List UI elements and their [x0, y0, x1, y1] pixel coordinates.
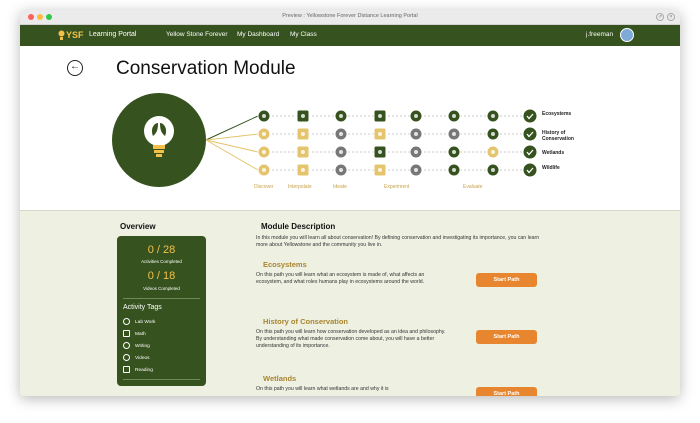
tag-label: Lab Work: [135, 319, 156, 325]
logo-subtitle: Learning Portal: [89, 31, 137, 38]
activity-node[interactable]: [296, 127, 310, 141]
activity-node[interactable]: [409, 163, 423, 177]
activity-node[interactable]: [334, 127, 348, 141]
activities-completed-count: 0 / 28: [147, 244, 176, 256]
videos-completed-count: 0 / 18: [147, 270, 176, 282]
connector-line: [205, 139, 259, 171]
path-label: Wildlife: [542, 165, 560, 171]
lightbulb-logo-icon: [58, 30, 65, 40]
overview-title: Overview: [120, 222, 156, 231]
videos-completed-label: Videos Completed: [143, 286, 180, 291]
path-title-wetlands: Wetlands: [263, 374, 297, 383]
play-icon: [123, 354, 130, 361]
activity-node[interactable]: [409, 109, 423, 123]
start-path-wetlands-button[interactable]: Start Path: [476, 387, 537, 396]
avatar[interactable]: [620, 28, 634, 42]
path-title-history: History of Conservation: [263, 317, 349, 326]
activity-node[interactable]: [373, 109, 387, 123]
activity-node[interactable]: [447, 163, 461, 177]
activity-node[interactable]: [373, 163, 387, 177]
ysf-logo[interactable]: YSF: [66, 30, 84, 40]
tag-label: Writing: [135, 343, 150, 349]
activity-node[interactable]: [257, 145, 271, 159]
activity-node[interactable]: [334, 145, 348, 159]
activity-node[interactable]: [486, 127, 500, 141]
divider: [123, 298, 200, 299]
tag-label: Reading: [135, 367, 153, 373]
tag-reading[interactable]: Reading: [123, 366, 153, 375]
activity-node[interactable]: [257, 109, 271, 123]
activity-node[interactable]: [373, 145, 387, 159]
lab-icon: [123, 318, 130, 325]
activity-node[interactable]: [257, 163, 271, 177]
username[interactable]: j.freeman: [586, 31, 613, 38]
tag-label: Videos: [135, 355, 150, 361]
path-description-wetlands: On this path you will learn what wetland…: [256, 386, 389, 392]
book-icon: [123, 366, 130, 373]
window-titlebar: Preview : Yellowstone Forever Distance L…: [20, 10, 680, 25]
tag-math[interactable]: Math: [123, 330, 146, 339]
activity-node[interactable]: [257, 127, 271, 141]
stage-label: Discover: [254, 184, 274, 190]
check-icon: [523, 145, 537, 159]
tag-lab-work[interactable]: Lab Work: [123, 318, 155, 327]
activity-node[interactable]: [334, 109, 348, 123]
activity-node[interactable]: [296, 109, 310, 123]
activity-node[interactable]: [296, 145, 310, 159]
activities-completed-label: Activities Completed: [141, 259, 182, 264]
stage-label: Evaluate: [463, 184, 483, 190]
top-nav: YSF Learning Portal Yellow Stone Forever…: [20, 25, 680, 46]
screenshot-stage: Preview : Yellowstone Forever Distance L…: [0, 0, 700, 423]
path-description-ecosystems: On this path you will learn what an ecos…: [256, 272, 425, 285]
overview-card: 0 / 28 Activities Completed 0 / 18 Video…: [117, 236, 206, 386]
activity-node[interactable]: [447, 145, 461, 159]
activity-node[interactable]: [447, 109, 461, 123]
module-description-title: Module Description: [261, 222, 336, 231]
calculator-icon: [123, 330, 130, 337]
connector-line: [205, 115, 259, 141]
start-path-history-button[interactable]: Start Path: [476, 330, 537, 344]
path-label: Ecosystems: [542, 111, 572, 117]
nav-link-yellowstone-forever[interactable]: Yellow Stone Forever: [166, 31, 228, 38]
path-description-history: On this path you will learn how conserva…: [256, 329, 446, 349]
divider: [123, 379, 200, 380]
stage-label: Ideate: [333, 184, 347, 190]
activity-node[interactable]: [334, 163, 348, 177]
activity-tags-title: Activity Tags: [123, 304, 162, 311]
fullscreen-icon[interactable]: ↗: [656, 13, 664, 21]
activity-node[interactable]: [296, 163, 310, 177]
nav-link-my-class[interactable]: My Class: [290, 31, 317, 38]
nav-link-my-dashboard[interactable]: My Dashboard: [237, 31, 279, 38]
tag-writing[interactable]: Writing: [123, 342, 150, 351]
stage-label: Experiment: [384, 184, 410, 190]
connector-line: [205, 133, 259, 141]
activity-node[interactable]: [373, 127, 387, 141]
activity-node[interactable]: [409, 145, 423, 159]
window-title: Preview : Yellowstone Forever Distance L…: [282, 13, 418, 19]
check-icon: [523, 127, 537, 141]
activity-node[interactable]: [486, 163, 500, 177]
activity-node[interactable]: [486, 109, 500, 123]
path-title-ecosystems: Ecosystems: [263, 260, 307, 269]
connector-line: [205, 139, 259, 153]
tag-videos[interactable]: Videos: [123, 354, 150, 363]
stage-label: Interpolate: [288, 184, 312, 190]
pencil-icon: [123, 342, 130, 349]
path-label: History of Conservation: [542, 130, 574, 142]
activity-node[interactable]: [486, 145, 500, 159]
module-description-text: In this module you will learn all about …: [256, 235, 540, 248]
check-icon: [523, 163, 537, 177]
browser-window: Preview : Yellowstone Forever Distance L…: [20, 10, 680, 396]
tag-label: Math: [135, 331, 146, 337]
check-icon: [523, 109, 537, 123]
close-icon[interactable]: ×: [667, 13, 675, 21]
activity-node[interactable]: [447, 127, 461, 141]
activity-node[interactable]: [409, 127, 423, 141]
path-label: Wetlands: [542, 150, 565, 156]
start-path-ecosystems-button[interactable]: Start Path: [476, 273, 537, 287]
